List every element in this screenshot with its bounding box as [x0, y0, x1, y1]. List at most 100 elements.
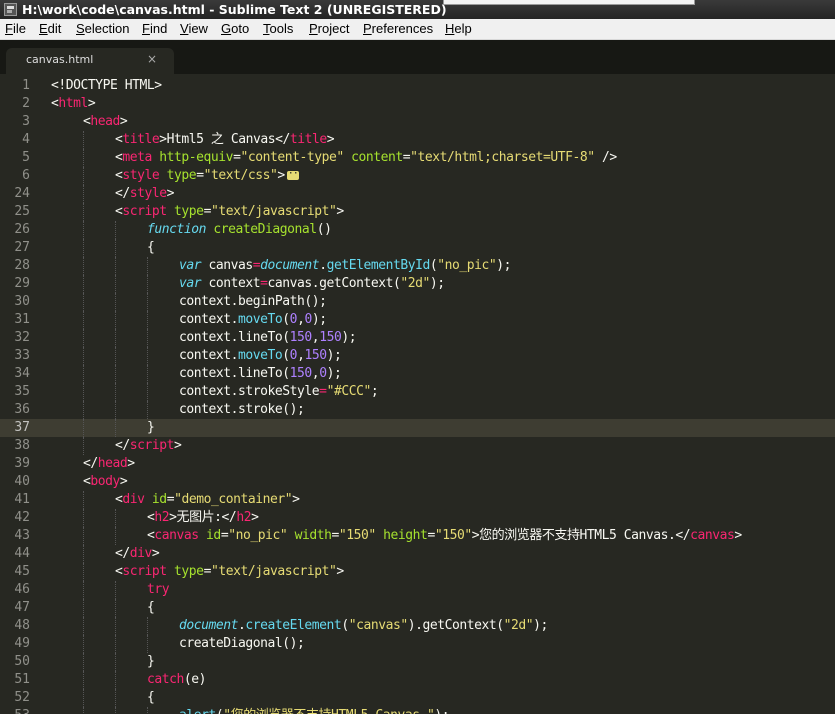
code-line[interactable]: 30 context.beginPath();: [0, 293, 835, 311]
code-content: context.moveTo(0,150);: [179, 347, 342, 365]
code-content: {: [147, 599, 155, 617]
code-line[interactable]: 34 context.lineTo(150,0);: [0, 365, 835, 383]
code-line[interactable]: 48 document.createElement("canvas").getCo…: [0, 617, 835, 635]
code-text: </: [115, 438, 130, 453]
code-line[interactable]: 27 {: [0, 239, 835, 257]
code-text: >无图片:</: [169, 510, 237, 525]
menu-project[interactable]: Project: [309, 21, 349, 36]
code-line[interactable]: 4 <title>Html5 之 Canvas</title>: [0, 131, 835, 149]
code-line[interactable]: 31 context.moveTo(0,0);: [0, 311, 835, 329]
menu-find[interactable]: Find: [142, 21, 167, 36]
menu-view[interactable]: View: [180, 21, 208, 36]
sublime-app-icon[interactable]: [4, 3, 17, 16]
menu-preferences[interactable]: Preferences: [363, 21, 433, 36]
code-text: context.: [179, 312, 239, 327]
tag-name: try: [147, 582, 170, 597]
code-line[interactable]: 36 context.stroke();: [0, 401, 835, 419]
indent-guide: [83, 239, 84, 257]
code-line[interactable]: 26 function createDiagonal(): [0, 221, 835, 239]
code-line[interactable]: 45 <script type="text/javascript">: [0, 563, 835, 581]
code-text: {: [147, 690, 155, 705]
code-line[interactable]: 3 <head>: [0, 113, 835, 131]
code-line[interactable]: 41 <div id="demo_container">: [0, 491, 835, 509]
menu-help[interactable]: Help: [445, 21, 472, 36]
menu-selection[interactable]: Selection: [76, 21, 129, 36]
code-line[interactable]: 29 var context=canvas.getContext("2d");: [0, 275, 835, 293]
indent-guide: [83, 275, 84, 293]
code-text: context.lineTo(: [179, 330, 290, 345]
indent-guide: [115, 383, 116, 401]
line-number: 39: [14, 456, 30, 471]
window-title-bar[interactable]: H:\work\code\canvas.html - Sublime Text …: [0, 0, 835, 19]
string-literal: "2d": [503, 618, 534, 633]
menu-file[interactable]: File: [5, 21, 26, 36]
code-line[interactable]: 37}: [0, 419, 835, 437]
tab-canvas-html[interactable]: canvas.html ×: [6, 48, 174, 74]
code-line[interactable]: 40 <body>: [0, 473, 835, 491]
code-line[interactable]: 6 <style type="text/css">: [0, 165, 835, 185]
code-content: <html>: [51, 95, 96, 113]
code-content: context.lineTo(150,0);: [179, 365, 342, 383]
indent-guide: [83, 707, 84, 714]
code-text: );: [429, 276, 445, 291]
code-text: context.lineTo(: [179, 366, 290, 381]
code-line[interactable]: 49 createDiagonal();: [0, 635, 835, 653]
code-content: function createDiagonal(): [147, 221, 332, 239]
code-line[interactable]: 28 var canvas=document.getElementById("no…: [0, 257, 835, 275]
code-line[interactable]: 33 context.moveTo(0,150);: [0, 347, 835, 365]
code-line[interactable]: 47 {: [0, 599, 835, 617]
code-line[interactable]: 32 context.lineTo(150,150);: [0, 329, 835, 347]
code-line[interactable]: 46 try: [0, 581, 835, 599]
tag-name: h2: [154, 510, 170, 525]
code-line[interactable]: 39 </head>: [0, 455, 835, 473]
string-literal: "text/javascript": [210, 204, 337, 219]
menu-edit[interactable]: Edit: [39, 21, 61, 36]
code-line[interactable]: 2 <html>: [0, 95, 835, 113]
code-line[interactable]: 35 context.strokeStyle="#CCC";: [0, 383, 835, 401]
code-content: <style type="text/css">: [115, 165, 303, 185]
indent-guide: [83, 509, 84, 527]
menu-tools[interactable]: Tools: [263, 21, 293, 36]
indent-guide: [83, 563, 84, 581]
tag-name: div: [122, 492, 145, 507]
code-line[interactable]: 53 alert("您的浏览器不支持HTML5 Canvas.");: [0, 707, 835, 714]
code-text: <!DOCTYPE HTML>: [51, 78, 162, 93]
indent-guide: [115, 689, 116, 707]
code-line[interactable]: 43 <canvas id="no_pic" width="150" height…: [0, 527, 835, 545]
close-icon[interactable]: ×: [147, 52, 157, 66]
number-literal: 150: [304, 348, 327, 363]
code-line[interactable]: 38 </script>: [0, 437, 835, 455]
code-editor[interactable]: 1 <!DOCTYPE HTML> 2 <html> 3 <head> 4 <title>Ht…: [0, 75, 835, 714]
indent-guide: [115, 509, 116, 527]
indent-guide: [115, 239, 116, 257]
tag-name: canvas: [690, 528, 735, 543]
code-text: canvas: [201, 258, 254, 273]
line-number: 45: [14, 564, 30, 579]
string-literal: "您的浏览器不支持HTML5 Canvas.": [223, 708, 435, 714]
code-content: alert("您的浏览器不支持HTML5 Canvas.");: [179, 707, 450, 714]
code-line[interactable]: 1 <!DOCTYPE HTML>: [0, 77, 835, 95]
code-line[interactable]: 50}: [0, 653, 835, 671]
code-line[interactable]: 51 catch(e): [0, 671, 835, 689]
code-line[interactable]: 5 <meta http-equiv="content-type" content…: [0, 149, 835, 167]
menu-goto[interactable]: Goto: [221, 21, 249, 36]
code-line[interactable]: 25 <script type="text/javascript">: [0, 203, 835, 221]
attribute-name: height: [383, 528, 428, 543]
indent-guide: [115, 581, 116, 599]
line-number: 49: [14, 636, 30, 651]
code-text: );: [341, 330, 357, 345]
tag-name: title: [122, 132, 160, 147]
folded-region-icon[interactable]: [286, 165, 303, 183]
indent-guide: [83, 419, 84, 437]
code-line[interactable]: 44 </div>: [0, 545, 835, 563]
code-text: </: [83, 456, 98, 471]
tab-bar: canvas.html ×: [0, 40, 835, 74]
code-text: );: [311, 312, 327, 327]
code-line[interactable]: 24 </style>: [0, 185, 835, 203]
code-text: (: [282, 348, 290, 363]
code-line[interactable]: 52 {: [0, 689, 835, 707]
code-line[interactable]: 42 <h2>无图片:</h2>: [0, 509, 835, 527]
code-text: {: [147, 240, 155, 255]
